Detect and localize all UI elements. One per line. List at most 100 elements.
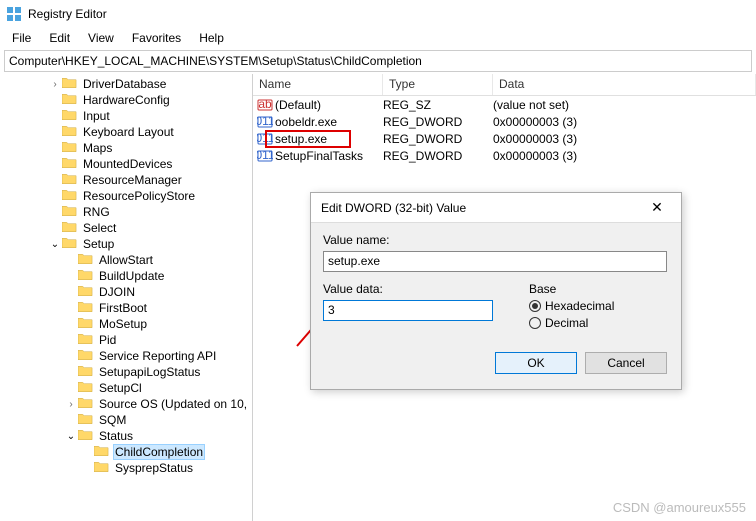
col-data[interactable]: Data [493,74,756,95]
tree-label: RNG [81,205,112,219]
tree-label: MountedDevices [81,157,174,171]
list-row[interactable]: 011oobeldr.exeREG_DWORD0x00000003 (3) [253,113,756,130]
folder-icon [78,285,94,299]
value-data: 0x00000003 (3) [493,132,577,146]
value-name: oobeldr.exe [275,115,383,129]
value-type: REG_SZ [383,98,493,112]
tree-label: Status [97,429,135,443]
tree-item[interactable]: SetupapiLogStatus [0,364,252,380]
tree-item[interactable]: HardwareConfig [0,92,252,108]
tree-label: Service Reporting API [97,349,218,363]
tree-label: AllowStart [97,253,155,267]
value-type: REG_DWORD [383,115,493,129]
tree-item[interactable]: AllowStart [0,252,252,268]
binary-value-icon: 011 [257,114,273,130]
close-icon[interactable]: ✕ [641,196,673,220]
address-text: Computer\HKEY_LOCAL_MACHINE\SYSTEM\Setup… [9,54,422,68]
menubar: File Edit View Favorites Help [0,28,756,48]
tree-item[interactable]: SQM [0,412,252,428]
folder-icon [62,221,78,235]
dialog-titlebar[interactable]: Edit DWORD (32-bit) Value ✕ [311,193,681,223]
menu-favorites[interactable]: Favorites [124,29,189,47]
chevron-right-icon[interactable]: › [64,399,78,410]
tree-item[interactable]: ›DriverDatabase [0,76,252,92]
tree-label: FirstBoot [97,301,149,315]
chevron-down-icon[interactable]: ⌄ [64,431,78,442]
tree-item[interactable]: Select [0,220,252,236]
menu-view[interactable]: View [80,29,122,47]
value-name: setup.exe [275,132,383,146]
svg-text:011: 011 [257,131,273,145]
col-type[interactable]: Type [383,74,493,95]
tree-item[interactable]: ⌄ Setup [0,236,252,252]
value-name: (Default) [275,98,383,112]
tree-label: SQM [97,413,128,427]
binary-value-icon: 011 [257,148,273,164]
radio-hexadecimal[interactable]: Hexadecimal [529,299,669,313]
tree-label: HardwareConfig [81,93,172,107]
tree-item[interactable]: Maps [0,140,252,156]
address-bar[interactable]: Computer\HKEY_LOCAL_MACHINE\SYSTEM\Setup… [4,50,752,72]
tree-label: Keyboard Layout [81,125,176,139]
tree-panel[interactable]: ›DriverDatabaseHardwareConfigInputKeyboa… [0,74,253,521]
radio-icon [529,317,541,329]
folder-icon [62,93,78,107]
chevron-right-icon[interactable]: › [48,79,62,90]
tree-item[interactable]: Keyboard Layout [0,124,252,140]
tree-item[interactable]: ResourcePolicyStore [0,188,252,204]
tree-label: Maps [81,141,114,155]
tree-item[interactable]: DJOIN [0,284,252,300]
value-name-label: Value name: [323,233,669,247]
tree-item[interactable]: SetupCl [0,380,252,396]
cancel-button[interactable]: Cancel [585,352,667,374]
tree-label: SetupCl [97,381,144,395]
tree-label: ChildCompletion [113,444,205,460]
folder-icon [62,157,78,171]
tree-item[interactable]: BuildUpdate [0,268,252,284]
list-row[interactable]: ab(Default)REG_SZ(value not set) [253,96,756,113]
tree-item[interactable]: SysprepStatus [0,460,252,476]
tree-label: SysprepStatus [113,461,195,475]
menu-help[interactable]: Help [191,29,232,47]
list-header: Name Type Data [253,74,756,96]
folder-icon [62,125,78,139]
tree-label: SetupapiLogStatus [97,365,202,379]
tree-item[interactable]: RNG [0,204,252,220]
folder-icon [62,173,78,187]
tree-item[interactable]: ResourceManager [0,172,252,188]
folder-icon [78,381,94,395]
radio-decimal[interactable]: Decimal [529,316,669,330]
tree-label: ResourcePolicyStore [81,189,197,203]
titlebar: Registry Editor [0,0,756,28]
tree-item[interactable]: FirstBoot [0,300,252,316]
tree-label: BuildUpdate [97,269,166,283]
value-data-input[interactable]: 3 [323,300,493,321]
svg-text:011: 011 [257,114,273,128]
menu-file[interactable]: File [4,29,39,47]
tree-label: Source OS (Updated on 10, [97,397,249,411]
tree-item[interactable]: › Source OS (Updated on 10, [0,396,252,412]
tree-item[interactable]: Service Reporting API [0,348,252,364]
ok-button[interactable]: OK [495,352,577,374]
tree-item[interactable]: ChildCompletion [0,444,252,460]
list-row[interactable]: 011setup.exeREG_DWORD0x00000003 (3) [253,130,756,147]
tree-item[interactable]: MountedDevices [0,156,252,172]
folder-icon [78,269,94,283]
col-name[interactable]: Name [253,74,383,95]
tree-label: Setup [81,237,116,251]
tree-item[interactable]: ⌄ Status [0,428,252,444]
string-value-icon: ab [257,97,273,113]
tree-item[interactable]: Pid [0,332,252,348]
window-title: Registry Editor [28,7,107,21]
tree-item[interactable]: MoSetup [0,316,252,332]
binary-value-icon: 011 [257,131,273,147]
folder-icon [62,205,78,219]
folder-icon [78,317,94,331]
svg-text:011: 011 [257,148,273,162]
value-name-input[interactable]: setup.exe [323,251,667,272]
list-row[interactable]: 011SetupFinalTasksREG_DWORD0x00000003 (3… [253,147,756,164]
folder-icon [62,109,78,123]
chevron-down-icon[interactable]: ⌄ [48,239,62,250]
menu-edit[interactable]: Edit [41,29,78,47]
tree-item[interactable]: Input [0,108,252,124]
